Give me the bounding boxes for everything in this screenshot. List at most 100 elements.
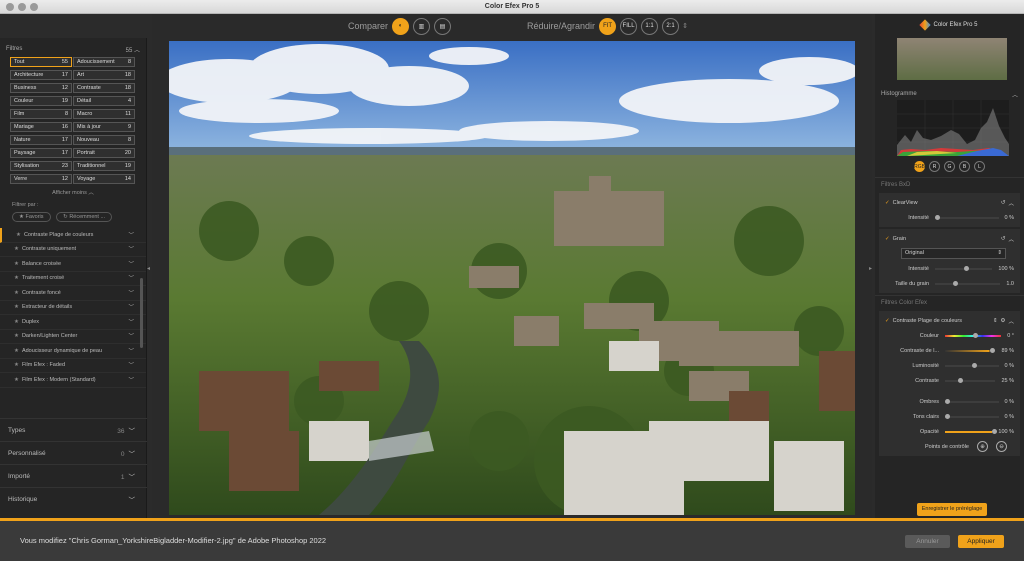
chevron-up-icon[interactable]: ︿ — [1008, 317, 1014, 325]
gear-icon[interactable]: ⚙ — [1001, 318, 1006, 324]
close-window-button[interactable] — [6, 3, 14, 11]
filter-list-item[interactable]: ★ Duplex ﹀ — [0, 315, 146, 330]
intensity-slider[interactable] — [935, 214, 999, 220]
slider-knob[interactable] — [957, 377, 963, 383]
category-1[interactable]: Adoucissement 8 — [73, 57, 135, 67]
histogram-channel-rgb[interactable]: RGB — [914, 161, 925, 172]
filter-list-scrollbar[interactable] — [140, 278, 143, 348]
cancel-button[interactable]: Annuler — [905, 535, 950, 548]
ccr-slider[interactable] — [945, 347, 996, 353]
filter-list-item[interactable]: ★ Traitement croisé ﹀ — [0, 272, 146, 286]
category-11[interactable]: Mis à jour 9 — [73, 122, 135, 132]
collapse-left-panel-icon[interactable]: ◂ — [147, 265, 150, 272]
star-icon[interactable]: ★ — [14, 304, 19, 310]
zoom-1-1-button[interactable]: 1:1 — [641, 17, 659, 35]
compare-split-button[interactable]: ◐ — [392, 17, 410, 35]
filter-list-item[interactable]: ★ Adoucisseur dynamique de peau ﹀ — [0, 344, 146, 359]
histogram-channel-b[interactable]: B — [959, 161, 970, 172]
histogram-channel-g[interactable]: G — [944, 161, 955, 172]
star-icon[interactable]: ★ — [14, 348, 19, 354]
grain-preset-select[interactable]: Original ⇕ — [901, 248, 1006, 259]
category-8[interactable]: Film 8 — [10, 109, 72, 119]
slider-knob[interactable] — [971, 362, 977, 368]
slider-knob[interactable] — [945, 413, 950, 419]
apply-button[interactable]: Appliquer — [958, 535, 1004, 548]
category-14[interactable]: Paysage 17 — [10, 148, 72, 158]
star-icon[interactable]: ★ — [14, 362, 19, 368]
histogram-channel-l[interactable]: L — [974, 161, 985, 172]
category-17[interactable]: Traditionnel 19 — [73, 161, 135, 171]
grain-intensity-slider[interactable] — [935, 265, 993, 271]
slider-knob[interactable] — [992, 428, 998, 434]
section-1[interactable]: Personnalisé 0 ﹀ — [0, 441, 147, 464]
category-6[interactable]: Couleur 19 — [10, 96, 72, 106]
category-13[interactable]: Nouveau 8 — [73, 135, 135, 145]
category-2[interactable]: Architecture 17 — [10, 70, 72, 80]
minimize-window-button[interactable] — [18, 3, 26, 11]
grain-header[interactable]: ✓ Grain ↺ ︿ — [879, 231, 1020, 246]
save-preset-button[interactable]: Enregistrer le préréglage — [917, 503, 987, 516]
remove-control-point-button[interactable]: ⊖ — [996, 441, 1007, 452]
star-icon[interactable]: ★ — [14, 261, 19, 267]
collapse-right-panel-icon[interactable]: ▸ — [869, 265, 872, 272]
chevron-updown-icon[interactable]: ⇕ — [993, 318, 998, 324]
show-less-link[interactable]: Afficher moins ︿ — [0, 188, 146, 196]
category-5[interactable]: Contraste 18 — [73, 83, 135, 93]
ccr-slider[interactable] — [945, 377, 996, 383]
navigator-thumbnail[interactable] — [897, 38, 1007, 80]
star-icon[interactable]: ★ — [14, 319, 19, 325]
clearview-header[interactable]: ✓ ClearView ↺ ︿ — [879, 195, 1020, 210]
category-18[interactable]: Verre 12 — [10, 174, 72, 184]
ccr-slider[interactable] — [945, 428, 998, 434]
star-icon[interactable]: ★ — [14, 290, 19, 296]
favorites-pill[interactable]: ★ Favoris — [12, 212, 51, 222]
filter-list-item[interactable]: ★ Contraste foncé ﹀ — [0, 286, 146, 301]
preview-image[interactable] — [169, 41, 855, 515]
zoom-2-1-button[interactable]: 2:1 — [662, 17, 680, 35]
slider-knob[interactable] — [945, 398, 950, 404]
category-0[interactable]: Tout 55 — [10, 57, 72, 67]
ccr-header[interactable]: ✓ Contraste Plage de couleurs ⇕ ⚙ ︿ — [879, 313, 1020, 328]
ccr-slider[interactable] — [945, 332, 1002, 338]
filter-list-item[interactable]: ★ Film Efex : Faded ﹀ — [0, 359, 146, 373]
histogram-channel-r[interactable]: R — [929, 161, 940, 172]
filter-list-item[interactable]: ★ Balance croisée ﹀ — [0, 257, 146, 272]
bw-filters-header[interactable]: Filtres BxD — [875, 177, 1024, 191]
star-icon[interactable]: ★ — [14, 246, 19, 252]
add-control-point-button[interactable]: ⊕ — [977, 441, 988, 452]
category-12[interactable]: Nature 17 — [10, 135, 72, 145]
section-2[interactable]: Importé 1 ﹀ — [0, 464, 147, 487]
color-filters-header[interactable]: Filtres Color Efex — [875, 295, 1024, 309]
filter-list-item[interactable]: ★ Extracteur de détails ﹀ — [0, 301, 146, 315]
filter-list-item[interactable]: ★ Contraste Plage de couleurs ﹀ — [0, 228, 146, 243]
filter-list-item[interactable]: ★ Film Efex : Modern (Standard) ﹀ — [0, 373, 146, 388]
star-icon[interactable]: ★ — [14, 333, 19, 339]
compare-side-button[interactable]: ▥ — [413, 17, 431, 35]
window-controls[interactable] — [6, 3, 38, 11]
ccr-slider[interactable] — [945, 362, 999, 368]
zoom-stepper-icon[interactable]: ⇕ — [682, 22, 688, 30]
section-3[interactable]: Historique ﹀ — [0, 487, 147, 510]
category-3[interactable]: Art 18 — [73, 70, 135, 80]
chevron-up-icon[interactable]: ︿ — [1008, 235, 1014, 243]
histogram-header[interactable]: Histogramme ︿ — [875, 88, 1024, 100]
category-9[interactable]: Macro 11 — [73, 109, 135, 119]
checkmark-icon[interactable]: ✓ — [885, 200, 890, 206]
zoom-fit-button[interactable]: FIT — [599, 17, 617, 35]
star-icon[interactable]: ★ — [16, 232, 21, 238]
category-16[interactable]: Stylisation 23 — [10, 161, 72, 171]
star-icon[interactable]: ★ — [14, 275, 19, 281]
category-7[interactable]: Détail 4 — [73, 96, 135, 106]
filter-list-item[interactable]: ★ Darken/Lighten Center ﹀ — [0, 330, 146, 344]
ccr-slider[interactable] — [945, 413, 999, 419]
reset-icon[interactable]: ↺ — [1001, 236, 1006, 242]
star-icon[interactable]: ★ — [14, 377, 19, 383]
section-0[interactable]: Types 36 ﹀ — [0, 418, 147, 441]
category-19[interactable]: Voyage 14 — [73, 174, 135, 184]
category-10[interactable]: Mariage 16 — [10, 122, 72, 132]
category-4[interactable]: Business 12 — [10, 83, 72, 93]
checkmark-icon[interactable]: ✓ — [885, 318, 890, 324]
slider-knob[interactable] — [989, 347, 995, 353]
filter-list-item[interactable]: ★ Contraste uniquement ﹀ — [0, 243, 146, 257]
zoom-window-button[interactable] — [30, 3, 38, 11]
